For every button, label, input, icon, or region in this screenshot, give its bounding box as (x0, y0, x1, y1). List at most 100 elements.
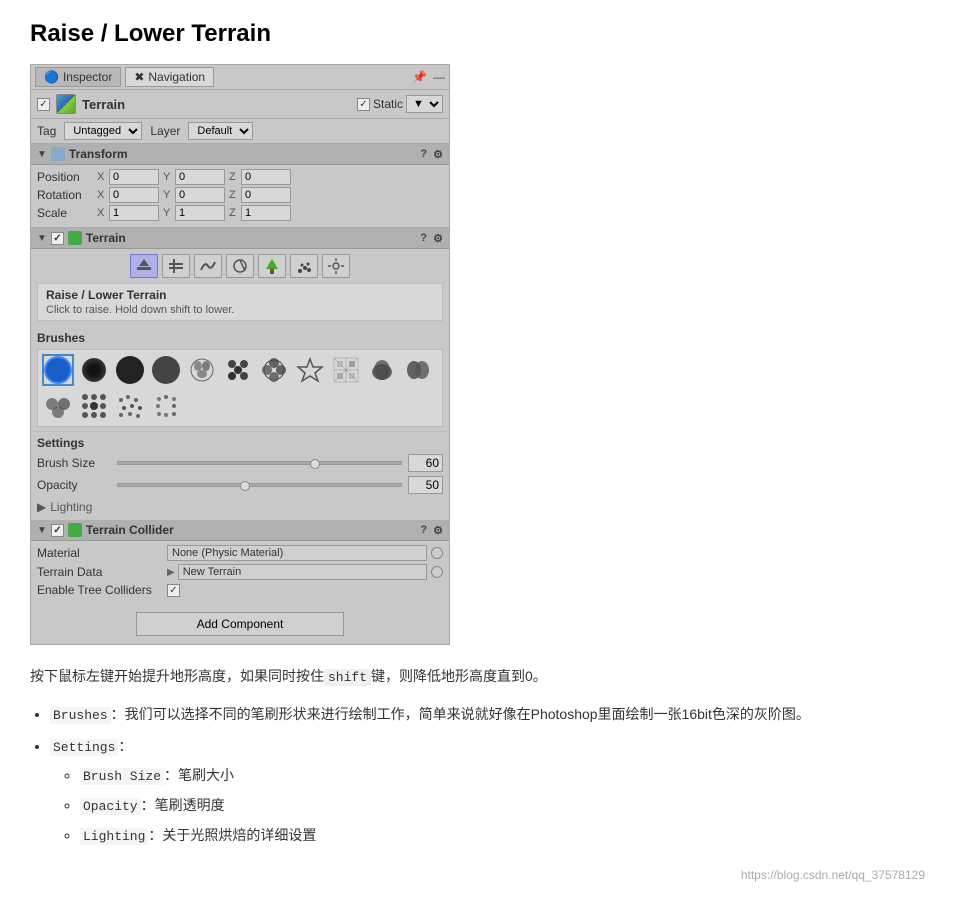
tool-settings[interactable] (322, 254, 350, 278)
intro-text-before: 按下鼠标左键开始提升地形高度，如果同时按住 (30, 668, 324, 684)
rotation-y[interactable] (175, 187, 225, 203)
bullet-settings: Settings： Brush Size：笔刷大小 Opacity：笔刷透明度 … (50, 735, 925, 848)
scale-y[interactable] (175, 205, 225, 221)
intro-paragraph: 按下鼠标左键开始提升地形高度，如果同时按住shift键，则降低地形高度直到0。 (30, 665, 925, 689)
settings-term: Settings (50, 739, 118, 756)
terrain-gear-icon[interactable]: ⚙ (433, 232, 443, 245)
transform-gear-icon[interactable]: ⚙ (433, 148, 443, 161)
opacity-slider[interactable] (117, 483, 402, 487)
static-badge: ✓ Static ▼ (357, 95, 443, 113)
tab-inspector[interactable]: 🔵 Inspector (35, 67, 121, 87)
brush-size-slider[interactable] (117, 461, 402, 465)
inspector-tab-label: Inspector (63, 70, 112, 84)
tool-smooth[interactable] (194, 254, 222, 278)
tree-colliders-checkbox[interactable]: ✓ (167, 584, 180, 597)
tool-paint-details[interactable] (290, 254, 318, 278)
brush-13[interactable] (114, 390, 146, 422)
opacity-term: Opacity (80, 798, 141, 815)
collider-gear-icon[interactable]: ⚙ (433, 524, 443, 537)
scale-z[interactable] (241, 205, 291, 221)
brushes-text: ：我们可以选择不同的笔刷形状来进行绘制工作，简单来说就好像在Photoshop里… (111, 706, 810, 722)
scale-label: Scale (37, 206, 97, 220)
position-x[interactable] (109, 169, 159, 185)
brushes-grid (37, 349, 443, 427)
tool-paint-height[interactable] (162, 254, 190, 278)
transform-triangle: ▼ (37, 149, 47, 160)
object-enabled-checkbox[interactable]: ✓ (37, 98, 50, 111)
position-y[interactable] (175, 169, 225, 185)
brush-7[interactable] (294, 354, 326, 386)
brush-size-value[interactable] (408, 454, 443, 472)
collider-title: Terrain Collider (86, 523, 174, 537)
terrain-title: Terrain (86, 231, 126, 245)
terrain-question-icon[interactable]: ? (420, 232, 427, 245)
brush-2[interactable] (114, 354, 146, 386)
tree-colliders-label: Enable Tree Colliders (37, 583, 167, 597)
opacity-value[interactable] (408, 476, 443, 494)
brushes-title: Brushes (37, 331, 443, 345)
brush-14[interactable] (150, 390, 182, 422)
brush-8[interactable] (330, 354, 362, 386)
brush-10[interactable] (402, 354, 434, 386)
lighting-row[interactable]: ▶ Lighting (37, 498, 443, 516)
scale-x[interactable] (109, 205, 159, 221)
collider-question-icon[interactable]: ? (420, 524, 427, 537)
collider-fields: Material None (Physic Material) Terrain … (31, 541, 449, 604)
terrain-desc-title: Raise / Lower Terrain (46, 288, 434, 302)
brush-1[interactable] (78, 354, 110, 386)
terrain-icon (56, 94, 76, 114)
brush-4[interactable] (186, 354, 218, 386)
position-label: Position (37, 170, 97, 184)
static-checkbox[interactable]: ✓ (357, 98, 370, 111)
collider-enabled-checkbox[interactable]: ✓ (51, 524, 64, 537)
settings-section: Settings Brush Size Opacity ▶ Lighting (31, 431, 449, 520)
tool-paint-texture[interactable] (226, 254, 254, 278)
brushes-term: Brushes (50, 707, 111, 724)
opacity-desc: ：笔刷透明度 (141, 797, 225, 813)
terrain-triangle: ▼ (37, 233, 47, 244)
rotation-z[interactable] (241, 187, 291, 203)
collider-triangle: ▼ (37, 525, 47, 536)
pin-icon[interactable]: 📌 (412, 70, 427, 84)
brush-0[interactable] (42, 354, 74, 386)
rotation-x[interactable] (109, 187, 159, 203)
position-z[interactable] (241, 169, 291, 185)
settings-sub-list: Brush Size：笔刷大小 Opacity：笔刷透明度 Lighting：关… (80, 764, 925, 847)
inspector-tab-icon: 🔵 (44, 70, 59, 84)
transform-title: Transform (69, 147, 128, 161)
brush-11[interactable] (42, 390, 74, 422)
material-row: Material None (Physic Material) (37, 545, 443, 561)
static-dropdown[interactable]: ▼ (406, 95, 443, 113)
bullet-brushes: Brushes：我们可以选择不同的笔刷形状来进行绘制工作，简单来说就好像在Pho… (50, 703, 925, 727)
tag-layer-row: Tag Untagged Layer Default (31, 119, 449, 144)
transform-question-icon[interactable]: ? (420, 148, 427, 161)
material-value: None (Physic Material) (167, 545, 427, 561)
layer-select[interactable]: Default (188, 122, 253, 140)
tag-select[interactable]: Untagged (64, 122, 142, 140)
sub-lighting: Lighting：关于光照烘焙的详细设置 (80, 824, 925, 848)
brushes-section: Brushes (31, 327, 449, 431)
brush-12[interactable] (78, 390, 110, 422)
collider-header: ▼ ✓ Terrain Collider ? ⚙ (31, 520, 449, 541)
tool-raise-lower[interactable] (130, 254, 158, 278)
terrain-enabled-checkbox[interactable]: ✓ (51, 232, 64, 245)
brush-size-label: Brush Size (37, 456, 117, 470)
lighting-term: Lighting (80, 828, 148, 845)
terrain-data-circle-icon[interactable] (431, 566, 443, 578)
brush-9[interactable] (366, 354, 398, 386)
tool-place-trees[interactable] (258, 254, 286, 278)
brush-5[interactable] (222, 354, 254, 386)
material-circle-icon[interactable] (431, 547, 443, 559)
brush-6[interactable] (258, 354, 290, 386)
add-component-button[interactable]: Add Component (136, 612, 345, 636)
terrain-data-row: Terrain Data ▶ New Terrain (37, 564, 443, 580)
transform-icon (51, 147, 65, 161)
tab-navigation[interactable]: ✖ Navigation (125, 67, 214, 87)
sub-brush-size: Brush Size：笔刷大小 (80, 764, 925, 788)
object-name: Terrain (82, 97, 351, 112)
brush-3[interactable] (150, 354, 182, 386)
settings-text: ： (118, 738, 132, 754)
minus-icon[interactable]: — (433, 70, 445, 84)
brush-size-row: Brush Size (37, 454, 443, 472)
sub-opacity: Opacity：笔刷透明度 (80, 794, 925, 818)
